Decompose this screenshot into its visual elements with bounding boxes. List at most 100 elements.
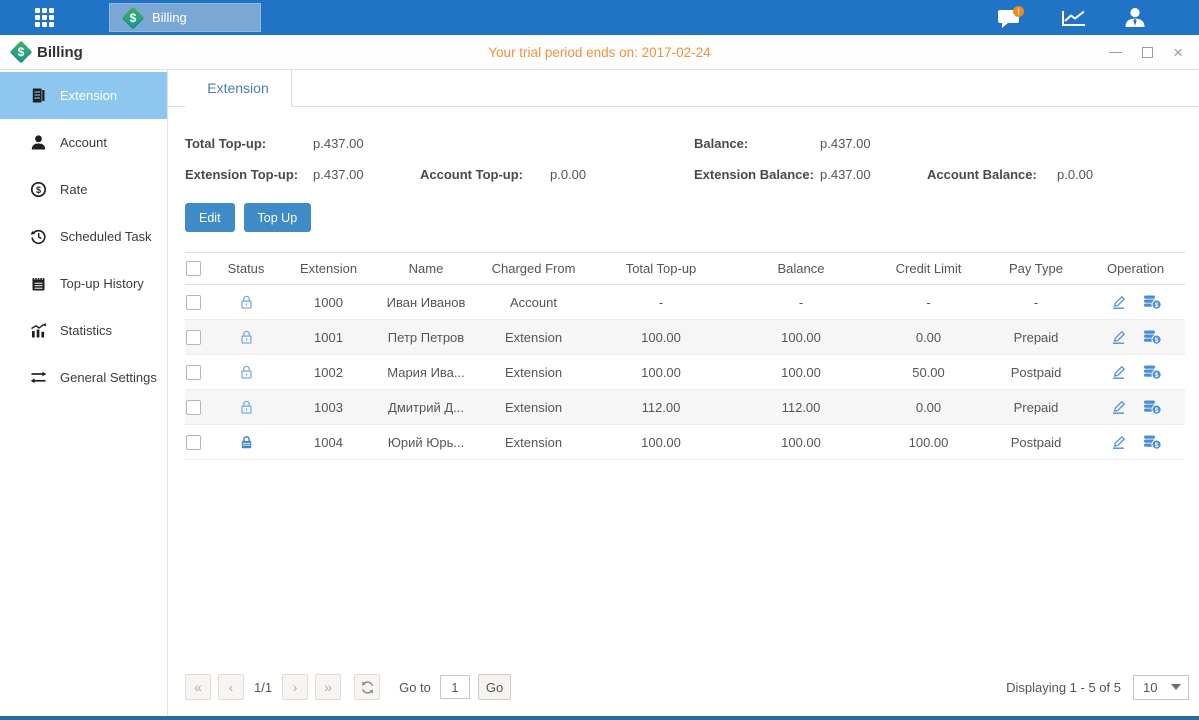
topup-icon[interactable]: $ xyxy=(1143,364,1162,380)
tab-strip: Extension xyxy=(168,70,1199,107)
svg-text:$: $ xyxy=(1154,337,1158,344)
topup-icon[interactable]: $ xyxy=(1143,399,1162,415)
col-status: Status xyxy=(211,261,281,276)
svg-text:$: $ xyxy=(1154,442,1158,449)
col-extension: Extension xyxy=(281,261,376,276)
maximize-icon[interactable] xyxy=(1142,47,1153,58)
row-checkbox[interactable] xyxy=(186,435,201,450)
row-checkbox[interactable] xyxy=(186,330,201,345)
balance-cell: 112.00 xyxy=(731,400,871,415)
sidebar-item-extension[interactable]: Extension xyxy=(0,72,167,119)
table-row: 1001Петр ПетровExtension100.00100.000.00… xyxy=(185,320,1185,355)
col-operation: Operation xyxy=(1086,261,1185,276)
refresh-icon[interactable] xyxy=(354,674,380,700)
sidebar: Extension Account $ Rate Scheduled Task … xyxy=(0,70,168,716)
go-button[interactable]: Go xyxy=(478,674,511,700)
edit-button[interactable]: Edit xyxy=(185,203,235,232)
sidebar-item-scheduled-task[interactable]: Scheduled Task xyxy=(0,213,167,260)
sidebar-item-label: Account xyxy=(60,135,107,150)
extension-topup-label: Extension Top-up: xyxy=(185,167,313,182)
pay-type-cell: Prepaid xyxy=(986,400,1086,415)
ledger-icon xyxy=(30,87,47,104)
row-checkbox[interactable] xyxy=(186,365,201,380)
goto-page-input[interactable] xyxy=(440,675,470,699)
credit-limit-cell: 50.00 xyxy=(871,365,986,380)
col-balance: Balance xyxy=(731,261,871,276)
sidebar-item-general-settings[interactable]: General Settings xyxy=(0,354,167,401)
close-icon[interactable]: × xyxy=(1173,47,1183,58)
sidebar-item-label: Statistics xyxy=(60,323,112,338)
messages-icon[interactable]: ! xyxy=(997,6,1025,29)
next-page-button[interactable]: › xyxy=(282,674,308,700)
lock-open-icon xyxy=(211,294,281,310)
table-body: 1000Иван ИвановAccount----$1001Петр Петр… xyxy=(185,285,1185,460)
col-credit-limit: Credit Limit xyxy=(871,261,986,276)
pay-type-cell: Postpaid xyxy=(986,435,1086,450)
table-row: 1002Мария Ива...Extension100.00100.0050.… xyxy=(185,355,1185,390)
charged-from-cell: Extension xyxy=(476,400,591,415)
apps-grid-icon[interactable] xyxy=(35,8,54,27)
total-topup-cell: 100.00 xyxy=(591,330,731,345)
charged-from-cell: Extension xyxy=(476,435,591,450)
sidebar-item-account[interactable]: Account xyxy=(0,119,167,166)
page-size-select[interactable]: 10 xyxy=(1133,675,1189,700)
history-clock-icon xyxy=(30,228,47,245)
extension-balance-label: Extension Balance: xyxy=(694,167,820,182)
pay-type-cell: Prepaid xyxy=(986,330,1086,345)
name-cell: Дмитрий Д... xyxy=(376,400,476,415)
balance-cell: 100.00 xyxy=(731,435,871,450)
sidebar-item-statistics[interactable]: Statistics xyxy=(0,307,167,354)
chevron-down-icon xyxy=(1171,684,1181,690)
account-balance-label: Account Balance: xyxy=(927,167,1057,182)
account-topup-label: Account Top-up: xyxy=(420,167,550,182)
first-page-button[interactable]: « xyxy=(185,674,211,700)
row-checkbox[interactable] xyxy=(186,400,201,415)
tab-extension[interactable]: Extension xyxy=(185,70,292,107)
svg-text:$: $ xyxy=(1154,372,1158,379)
table-header: Status Extension Name Charged From Total… xyxy=(185,252,1185,285)
table-row: 1003Дмитрий Д...Extension112.00112.000.0… xyxy=(185,390,1185,425)
select-all-checkbox[interactable] xyxy=(186,261,201,276)
user-icon[interactable] xyxy=(1123,7,1147,29)
col-total-topup: Total Top-up xyxy=(591,261,731,276)
extension-topup-value: p.437.00 xyxy=(313,167,420,182)
content-area: Extension Total Top-up: p.437.00 Extensi… xyxy=(168,70,1199,716)
edit-icon[interactable] xyxy=(1110,294,1127,310)
total-topup-cell: - xyxy=(591,295,731,310)
topup-icon[interactable]: $ xyxy=(1143,329,1162,345)
credit-limit-cell: 0.00 xyxy=(871,400,986,415)
sidebar-item-label: Scheduled Task xyxy=(60,229,152,244)
lock-closed-icon xyxy=(211,434,281,450)
topbar: $ Billing ! xyxy=(0,0,1199,35)
extension-cell: 1000 xyxy=(281,295,376,310)
svg-text:$: $ xyxy=(1154,407,1158,414)
sidebar-item-rate[interactable]: $ Rate xyxy=(0,166,167,213)
extension-cell: 1002 xyxy=(281,365,376,380)
window-bottom-edge xyxy=(0,716,1199,720)
col-charged-from: Charged From xyxy=(476,261,591,276)
edit-icon[interactable] xyxy=(1110,399,1127,415)
minimize-icon[interactable] xyxy=(1109,52,1122,53)
total-topup-label: Total Top-up: xyxy=(185,136,313,151)
last-page-button[interactable]: » xyxy=(315,674,341,700)
top-up-button[interactable]: Top Up xyxy=(244,203,312,232)
charged-from-cell: Account xyxy=(476,295,591,310)
row-checkbox[interactable] xyxy=(186,295,201,310)
total-topup-cell: 100.00 xyxy=(591,435,731,450)
goto-label: Go to xyxy=(399,680,431,695)
titlebar: $ Billing Your trial period ends on: 201… xyxy=(0,35,1199,70)
topup-icon[interactable]: $ xyxy=(1143,434,1162,450)
edit-icon[interactable] xyxy=(1110,364,1127,380)
account-topup-value: p.0.00 xyxy=(550,167,586,182)
pay-type-cell: - xyxy=(986,295,1086,310)
edit-icon[interactable] xyxy=(1110,434,1127,450)
edit-icon[interactable] xyxy=(1110,329,1127,345)
app-tab-billing[interactable]: $ Billing xyxy=(109,3,261,32)
prev-page-button[interactable]: ‹ xyxy=(218,674,244,700)
sidebar-item-label: Top-up History xyxy=(60,276,144,291)
topup-icon[interactable]: $ xyxy=(1143,294,1162,310)
reports-icon[interactable] xyxy=(1061,8,1087,28)
sidebar-item-topup-history[interactable]: Top-up History xyxy=(0,260,167,307)
page-size-value: 10 xyxy=(1143,680,1157,695)
balance-value: p.437.00 xyxy=(820,136,871,151)
